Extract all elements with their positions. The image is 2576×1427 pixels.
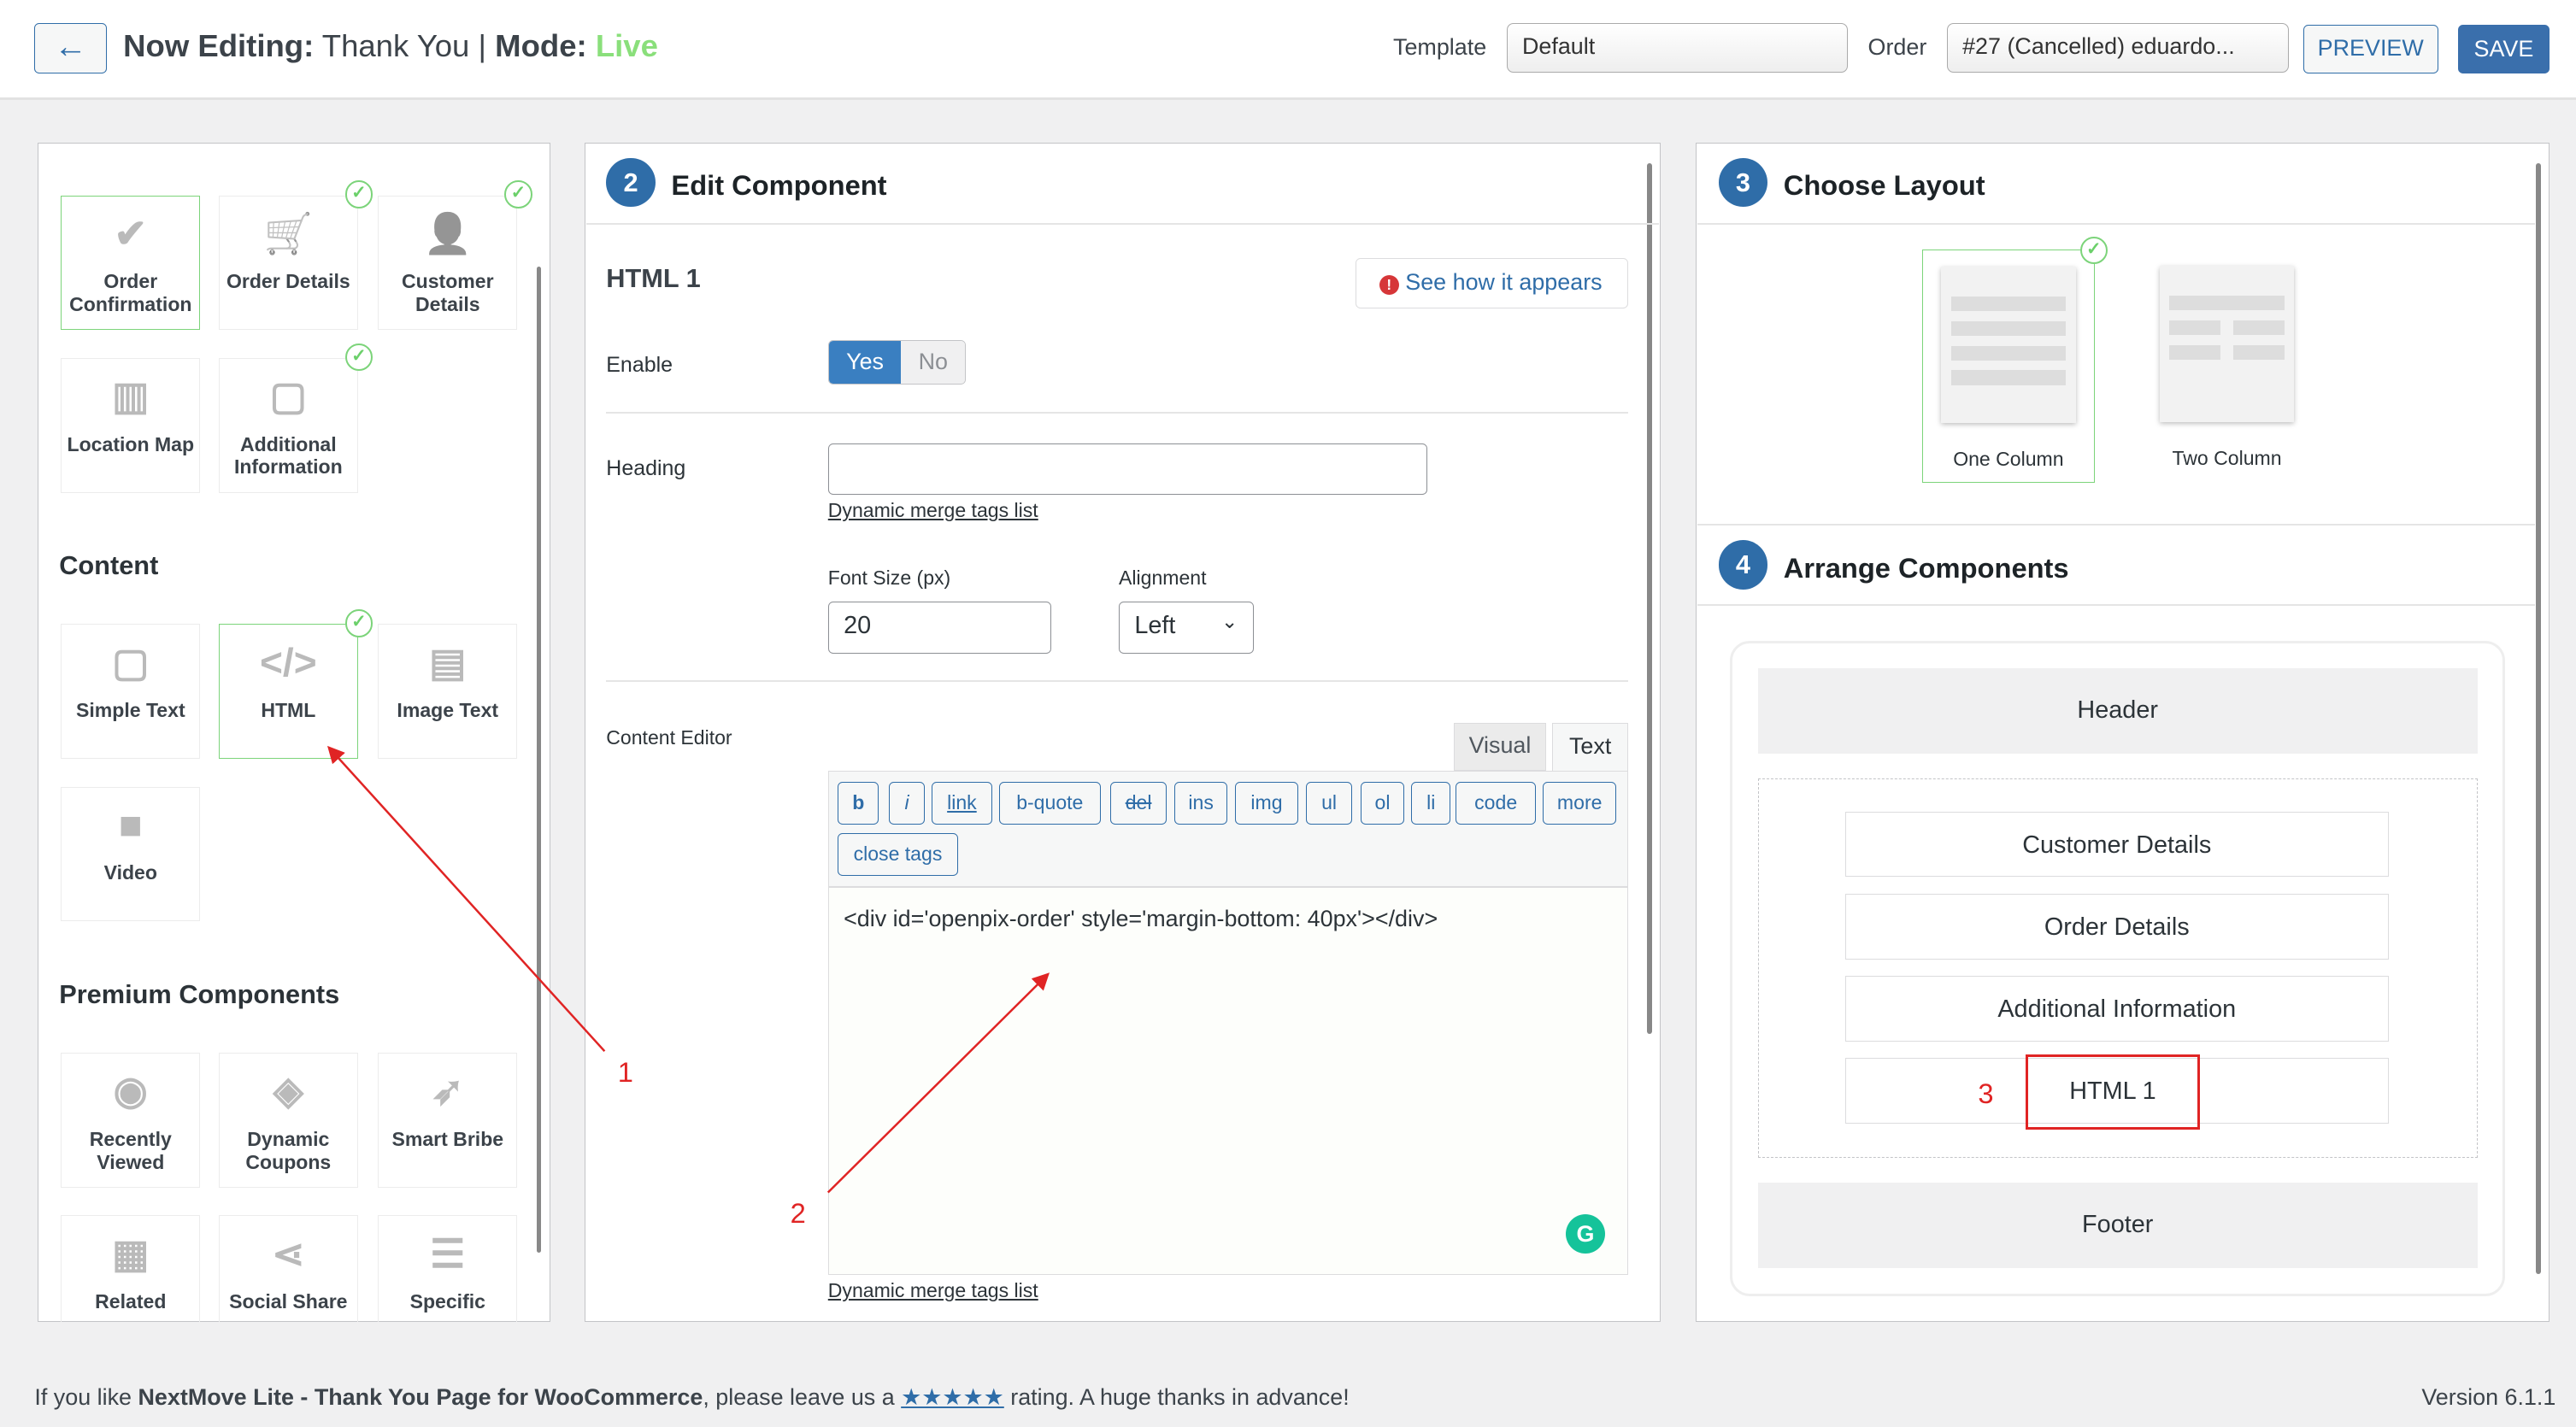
annotation-label-2: 2: [790, 1197, 806, 1230]
version: Version 6.1.1: [2421, 1384, 2556, 1411]
rating-stars-link[interactable]: ★★★★★: [901, 1384, 1004, 1410]
annotation-arrow-2: [826, 972, 1050, 1194]
annotation-label-3: 3: [1978, 1077, 1994, 1109]
annotation-arrows: [327, 745, 1050, 1194]
footer-text: If you like NextMove Lite - Thank You Pa…: [34, 1384, 1350, 1411]
annotation-label-1: 1: [617, 1055, 633, 1088]
annotation-arrow-1: [327, 745, 606, 1053]
